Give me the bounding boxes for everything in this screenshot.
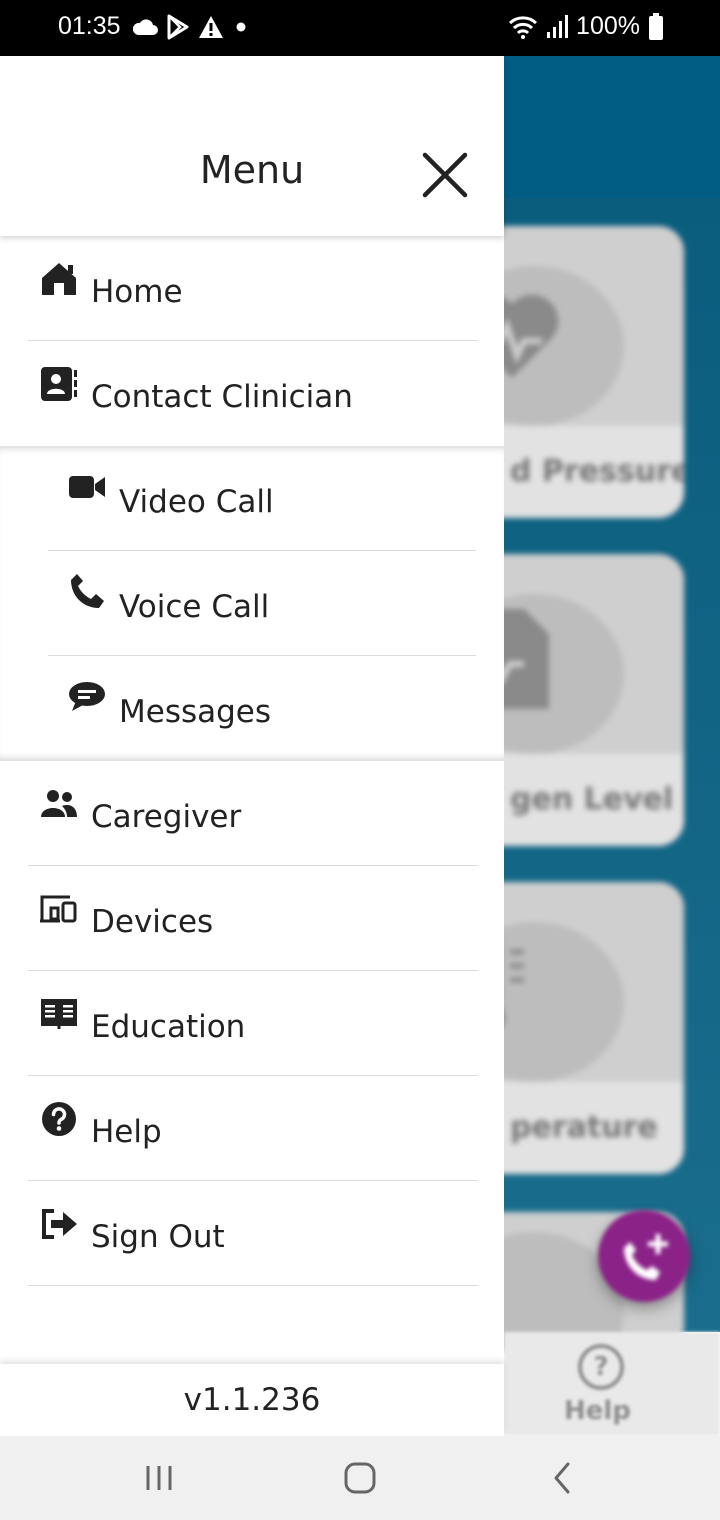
people-icon <box>40 785 78 823</box>
menu-item-label: Education <box>91 1009 246 1045</box>
status-time: 01:35 <box>58 12 121 40</box>
background-header <box>504 56 720 198</box>
question-circle-icon <box>40 1100 78 1138</box>
contact-card-icon <box>40 365 78 403</box>
app-version: v1.1.236 <box>183 1382 321 1418</box>
submenu-item-label: Messages <box>119 694 272 730</box>
add-call-icon <box>624 1234 668 1280</box>
menu-item-education[interactable]: Education <box>28 971 478 1076</box>
home-button[interactable] <box>338 1458 382 1498</box>
background-card-blood-pressure: d Pressure <box>504 226 684 518</box>
phone-icon <box>68 573 106 611</box>
contact-submenu: Video Call Voice Call Messages <box>0 446 504 761</box>
navigation-drawer: Menu Home Contact Clinician Video Call V… <box>0 56 504 1436</box>
heart-icon <box>504 294 559 378</box>
dot-icon <box>236 22 246 32</box>
devices-icon <box>40 890 78 928</box>
status-bar: 01:35 100% <box>0 0 720 56</box>
menu-item-help[interactable]: Help <box>28 1076 478 1181</box>
drawer-header: Menu <box>0 56 504 236</box>
recents-button[interactable] <box>138 1458 182 1498</box>
help-icon: ? <box>578 1344 624 1390</box>
menu-item-devices[interactable]: Devices <box>28 866 478 971</box>
document-pulse-icon <box>504 609 549 709</box>
thermometer-icon <box>504 949 524 1024</box>
play-store-icon <box>167 14 189 40</box>
book-icon <box>40 995 78 1033</box>
submenu-item-video-call[interactable]: Video Call <box>48 446 476 551</box>
submenu-item-label: Voice Call <box>119 589 270 625</box>
battery-percent: 100% <box>576 12 640 40</box>
back-icon[interactable] <box>540 1458 584 1498</box>
background-card-temperature: perature <box>504 882 684 1174</box>
sign-out-icon <box>40 1205 78 1243</box>
status-right-icons: 100% <box>508 12 664 41</box>
menu-item-contact-clinician[interactable]: Contact Clinician <box>28 341 478 446</box>
menu-item-label: Help <box>91 1114 162 1150</box>
menu-item-label: Caregiver <box>91 799 242 835</box>
menu-item-label: Devices <box>91 904 214 940</box>
background-card-oxygen-level: gen Level <box>504 554 684 846</box>
status-left-icons <box>132 14 250 40</box>
submenu-item-voice-call[interactable]: Voice Call <box>48 551 476 656</box>
cloud-icon <box>132 19 158 35</box>
menu-item-sign-out[interactable]: Sign Out <box>28 1181 478 1286</box>
recents-icon[interactable] <box>138 1458 182 1498</box>
background-app: d Pressure gen Level perature ? Help <box>504 56 720 1436</box>
back-button[interactable] <box>540 1458 584 1498</box>
warning-icon <box>199 16 223 38</box>
close-icon[interactable] <box>420 150 470 200</box>
signal-icon <box>547 14 569 38</box>
chat-bubble-icon <box>68 678 106 716</box>
submenu-item-label: Video Call <box>119 484 274 520</box>
menu-item-home[interactable]: Home <box>28 236 478 341</box>
close-button[interactable] <box>420 150 470 200</box>
video-camera-icon <box>68 468 106 506</box>
home-icon <box>40 260 78 298</box>
battery-icon <box>649 12 663 40</box>
menu-item-label: Home <box>91 274 183 310</box>
drawer-footer: v1.1.236 <box>0 1364 504 1436</box>
background-bottom-nav: ? Help <box>504 1332 720 1436</box>
background-help-label: Help <box>564 1396 631 1426</box>
menu-item-caregiver[interactable]: Caregiver <box>28 761 478 866</box>
wifi-icon <box>509 15 538 39</box>
home-circle-icon[interactable] <box>338 1458 382 1498</box>
add-call-fab <box>598 1210 690 1302</box>
menu-item-label: Sign Out <box>91 1219 225 1255</box>
background-card-label: perature <box>504 1082 684 1174</box>
system-nav-bar <box>0 1436 720 1520</box>
submenu-item-messages[interactable]: Messages <box>48 656 476 761</box>
background-card-label: d Pressure <box>504 426 684 518</box>
background-card-label: gen Level <box>504 754 684 846</box>
menu-item-label: Contact Clinician <box>91 379 353 415</box>
